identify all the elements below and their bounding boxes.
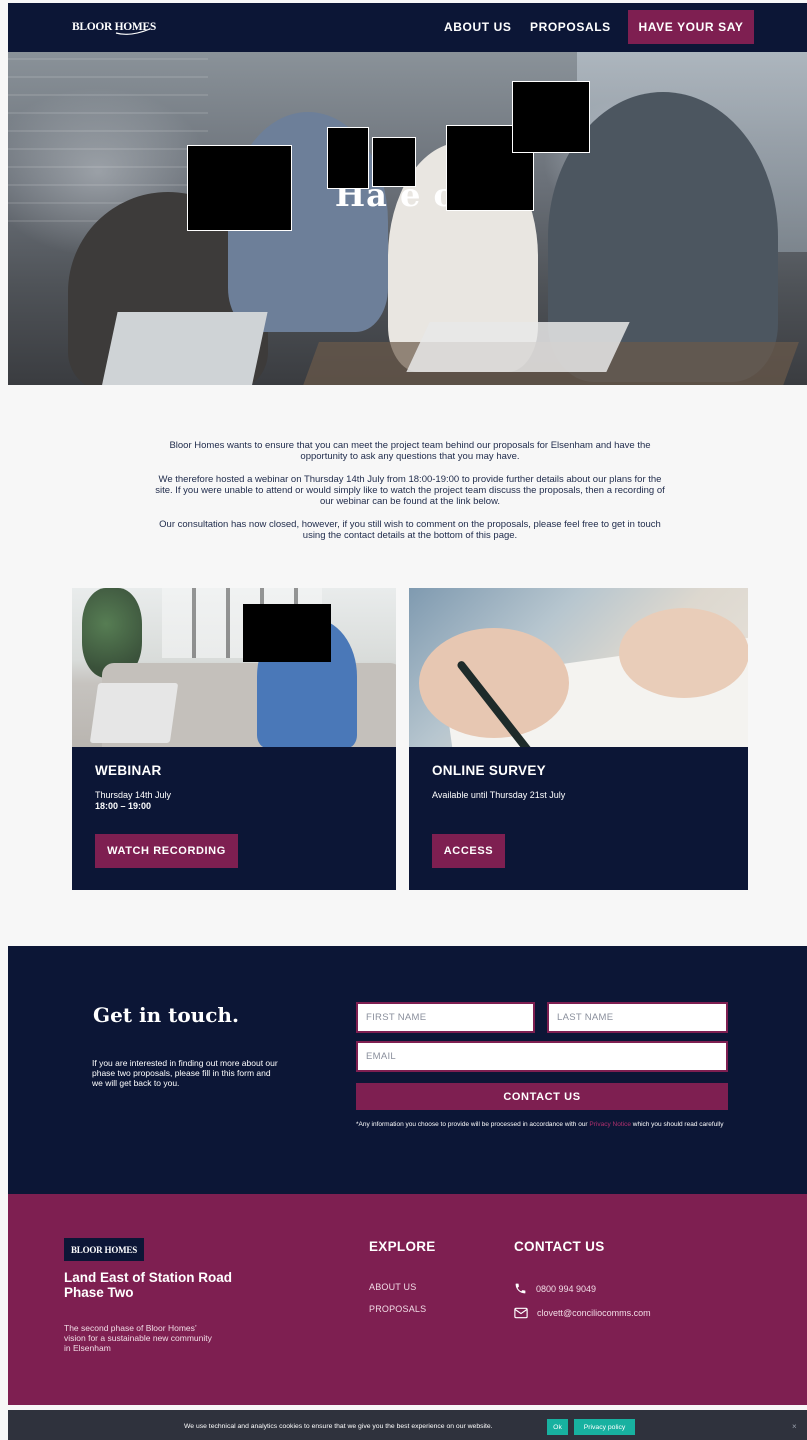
footer-logo[interactable]: BLOOR HOMES: [64, 1238, 144, 1261]
intro-paragraph: Bloor Homes wants to ensure that you can…: [169, 440, 651, 462]
contact-us-button[interactable]: CONTACT US: [356, 1083, 728, 1110]
footer-link-proposals[interactable]: PROPOSALS: [369, 1304, 426, 1314]
intro-paragraph: Our consultation has now closed, however…: [159, 519, 661, 541]
survey-image-hand: [619, 608, 748, 698]
brand-logo[interactable]: BLOOR HOMES: [72, 17, 158, 37]
cookie-ok-button[interactable]: Ok: [547, 1419, 568, 1435]
footer-email[interactable]: clovett@conciliocomms.com: [514, 1307, 651, 1319]
online-survey-card: ONLINE SURVEY Available until Thursday 2…: [409, 588, 748, 890]
privacy-policy-button[interactable]: Privacy policy: [574, 1419, 635, 1435]
phone-number: 0800 994 9049: [536, 1283, 597, 1294]
privacy-disclaimer: *Any information you choose to provide w…: [356, 1121, 728, 1129]
webinar-card: WEBINAR Thursday 14th July 18:00 – 19:00…: [72, 588, 396, 890]
redaction-box: [372, 137, 416, 187]
hero-photo-papers: [406, 322, 630, 372]
disclaimer-text: *Any information you choose to provide w…: [356, 1121, 590, 1128]
access-survey-button[interactable]: ACCESS: [432, 834, 505, 868]
email-address: clovett@conciliocomms.com: [537, 1308, 651, 1318]
nav-proposals[interactable]: PROPOSALS: [530, 20, 611, 34]
redaction-box: [187, 145, 292, 231]
survey-image-hand: [419, 628, 569, 738]
cookie-text: We use technical and analytics cookies t…: [184, 1423, 493, 1430]
contact-section: Get in touch. If you are interested in f…: [8, 946, 807, 1194]
intro-paragraph: We therefore hosted a webinar on Thursda…: [155, 474, 665, 507]
webinar-date: Thursday 14th July: [95, 790, 172, 800]
mail-icon: [514, 1307, 528, 1319]
redaction-box: [327, 127, 369, 189]
brand-logo-icon: BLOOR HOMES: [72, 21, 156, 35]
webinar-title: WEBINAR: [95, 763, 162, 778]
survey-availability: Available until Thursday 21st July: [432, 790, 566, 800]
cookie-banner: We use technical and analytics cookies t…: [8, 1410, 807, 1440]
site-footer: BLOOR HOMES Land East of Station Road Ph…: [8, 1194, 807, 1405]
privacy-notice-link[interactable]: Privacy Notice: [589, 1121, 631, 1128]
email-field[interactable]: [356, 1041, 728, 1072]
last-name-field[interactable]: [547, 1002, 728, 1033]
redaction-box: [243, 604, 331, 662]
footer-link-about-us[interactable]: ABOUT US: [369, 1282, 416, 1292]
contact-title: Get in touch.: [93, 1003, 239, 1027]
survey-image: [409, 588, 748, 747]
hero-photo-laptop: [98, 312, 268, 385]
nav-about-us[interactable]: ABOUT US: [444, 20, 511, 34]
intro-text: Bloor Homes wants to ensure that you can…: [150, 440, 670, 553]
webinar-image-laptop: [89, 683, 179, 743]
watch-recording-button[interactable]: WATCH RECORDING: [95, 834, 238, 868]
disclaimer-text: which you should read carefully: [630, 1121, 724, 1128]
contact-us-heading: CONTACT US: [514, 1239, 605, 1254]
explore-heading: EXPLORE: [369, 1239, 436, 1254]
footer-description: The second phase of Bloor Homes’ vision …: [64, 1323, 212, 1353]
footer-phone[interactable]: 0800 994 9049: [514, 1282, 596, 1295]
webinar-image: [72, 588, 396, 747]
footer-project-title: Land East of Station Road Phase Two: [64, 1270, 233, 1300]
site-header: BLOOR HOMES ABOUT US PROPOSALS HAVE YOUR…: [8, 3, 807, 52]
hero-banner: Ha e ou: [8, 52, 807, 385]
have-your-say-button[interactable]: HAVE YOUR SAY: [628, 10, 754, 44]
phone-icon: [515, 1283, 526, 1294]
first-name-field[interactable]: [356, 1002, 535, 1033]
close-icon[interactable]: ×: [792, 1422, 797, 1431]
redaction-box: [512, 81, 590, 153]
survey-title: ONLINE SURVEY: [432, 763, 546, 778]
webinar-time: 18:00 – 19:00: [95, 801, 152, 811]
contact-description: If you are interested in finding out mor…: [92, 1058, 278, 1088]
